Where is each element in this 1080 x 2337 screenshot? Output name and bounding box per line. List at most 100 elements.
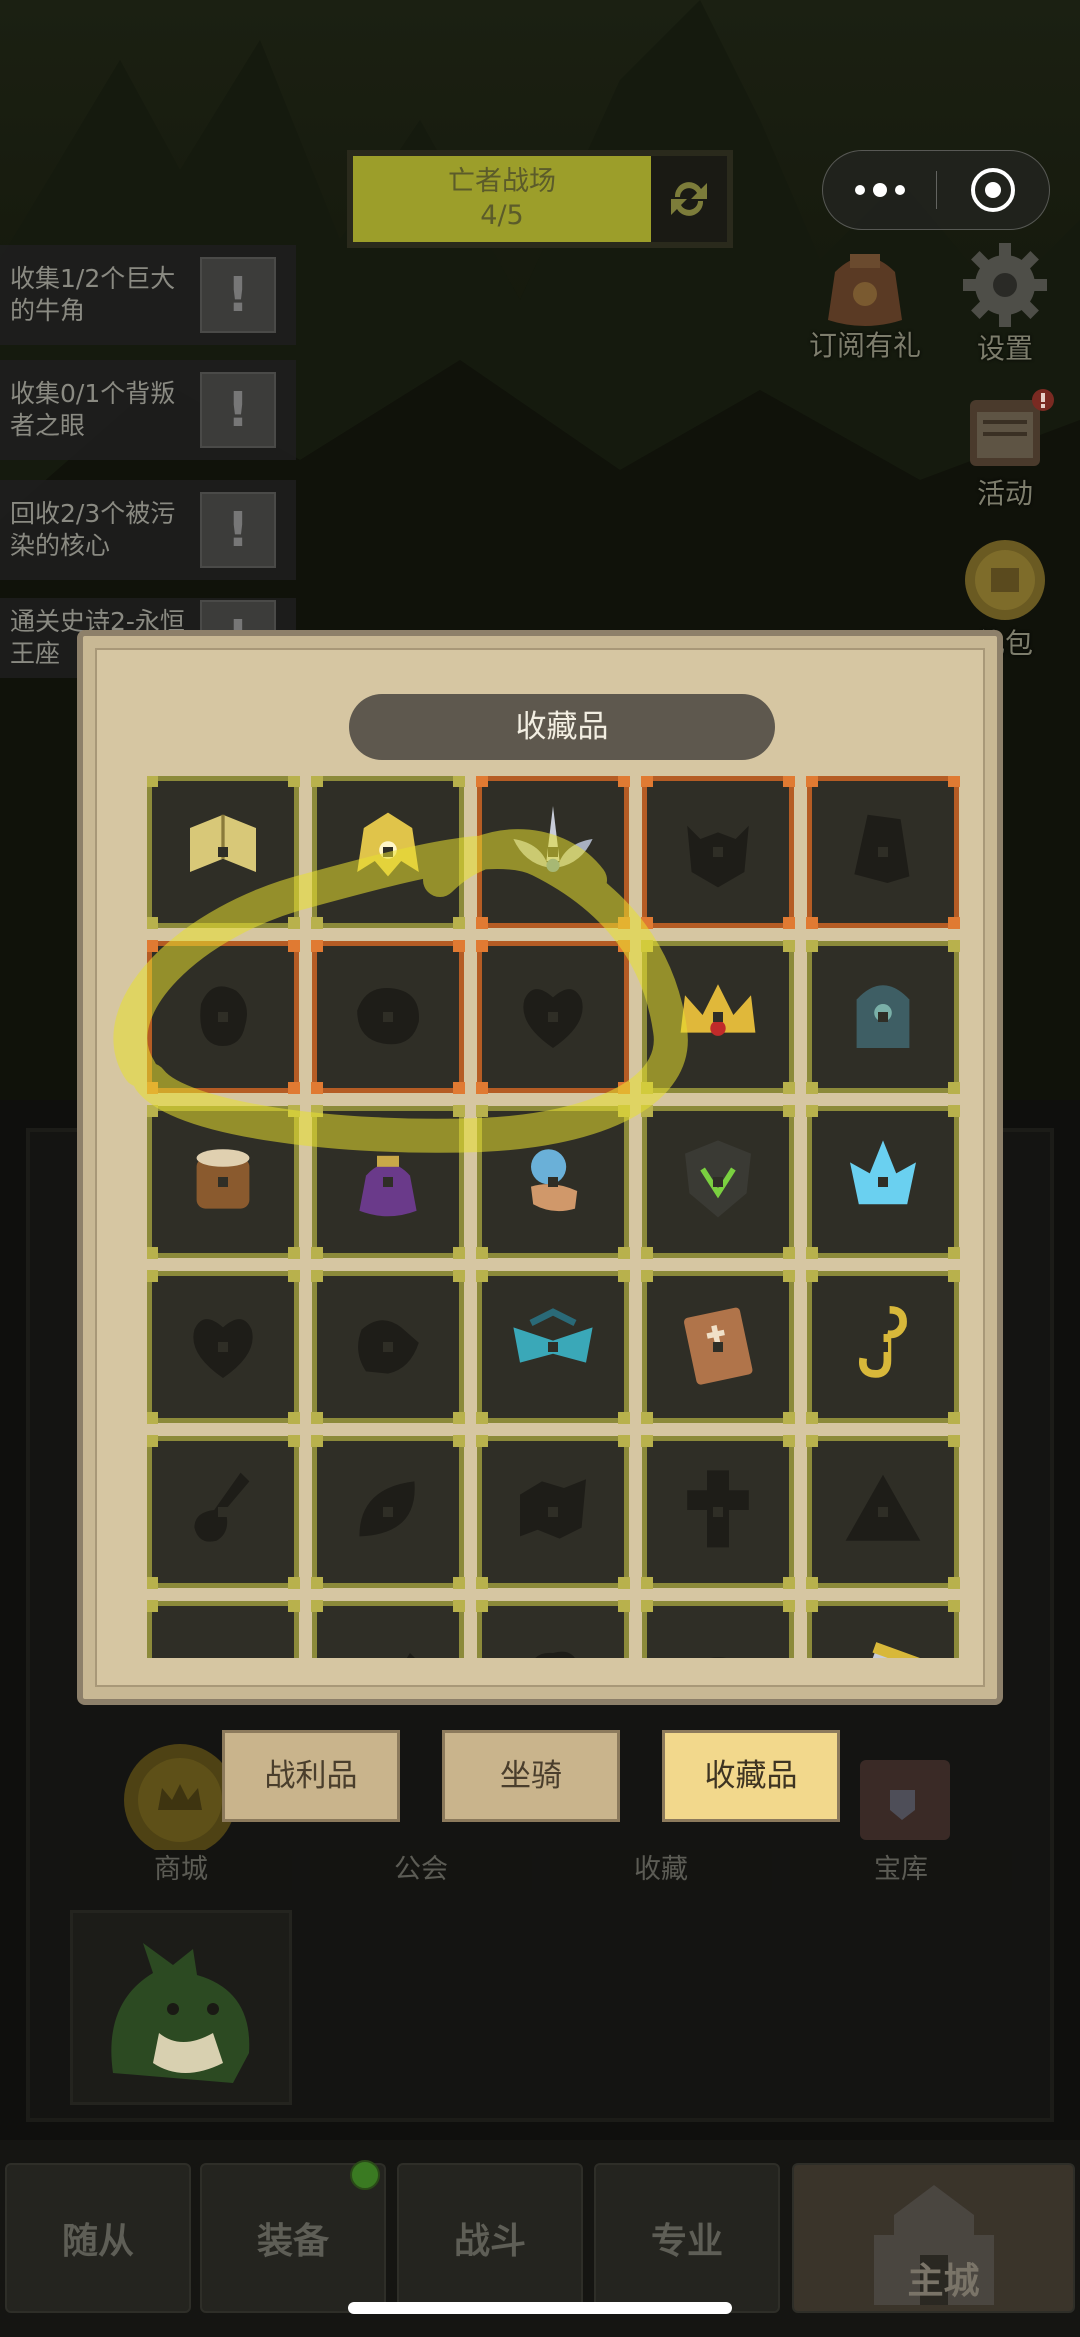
- collection-slot[interactable]: [476, 776, 630, 929]
- nav-tab-main-city-label: 主城: [907, 2261, 980, 2302]
- guild-label: 公会: [310, 1850, 532, 1890]
- mini-program-capsule: [822, 150, 1050, 230]
- collection-slot[interactable]: [476, 1270, 630, 1424]
- settings-button[interactable]: 设置: [950, 235, 1060, 367]
- collection-slot[interactable]: [806, 776, 960, 929]
- tab-mounts[interactable]: 坐骑: [442, 1730, 620, 1822]
- category-tabs: 战利品 坐骑 收藏品: [222, 1730, 858, 1822]
- modal-title: 收藏品: [349, 694, 775, 760]
- collection-slot[interactable]: [147, 1105, 300, 1259]
- collection-slot[interactable]: [641, 940, 795, 1094]
- guitar-silhouette-icon: [168, 1455, 278, 1569]
- gift-sack-icon: [828, 254, 902, 326]
- more-options-icon[interactable]: [823, 183, 936, 197]
- tome-icon: [663, 1290, 773, 1404]
- tab-collectibles[interactable]: 收藏品: [662, 1730, 840, 1822]
- shop-label: 商城: [70, 1850, 292, 1890]
- collection-slot[interactable]: [147, 1600, 300, 1658]
- collection-slot[interactable]: [311, 940, 465, 1094]
- dragon-tile[interactable]: [70, 1910, 292, 2105]
- quest-item[interactable]: 回收2/3个被污染的核心 !: [0, 480, 296, 580]
- events-button[interactable]: 活动: [950, 380, 1060, 512]
- treasury-label: 宝库: [790, 1850, 1012, 1890]
- ruby-amulet-icon: [168, 1620, 278, 1658]
- collection-slot[interactable]: [476, 1105, 630, 1259]
- tab-loot[interactable]: 战利品: [222, 1730, 400, 1822]
- collection-slot[interactable]: [476, 1600, 630, 1658]
- modal-parchment: 收藏品: [95, 648, 985, 1687]
- gift-coin-icon: [965, 540, 1045, 620]
- cloak-silhouette-icon: [828, 795, 938, 909]
- drum-icon: [168, 1125, 278, 1239]
- collection-slot[interactable]: [311, 1105, 465, 1259]
- collection-slot[interactable]: [806, 1435, 960, 1589]
- collection-slot[interactable]: [147, 940, 300, 1094]
- quest-item[interactable]: 收集0/1个背叛者之眼 !: [0, 360, 296, 460]
- stone-silhouette-icon: [663, 1620, 773, 1658]
- collection-slot[interactable]: [641, 1435, 795, 1589]
- subscribe-gift-button[interactable]: 订阅有礼: [800, 232, 930, 364]
- collection-slot[interactable]: [147, 1435, 300, 1589]
- purple-pouch-icon: [333, 1125, 443, 1239]
- heart-silhouette-icon: [168, 1290, 278, 1404]
- quest-item[interactable]: 收集1/2个巨大的牛角 !: [0, 245, 296, 345]
- collection-slot[interactable]: [806, 940, 960, 1094]
- quest-text: 收集1/2个巨大的牛角: [10, 264, 176, 325]
- collection-slot[interactable]: [641, 1105, 795, 1259]
- collection-slot[interactable]: [641, 1600, 795, 1658]
- zone-progress: 4/5: [480, 200, 524, 231]
- collection-slot[interactable]: [476, 1435, 630, 1589]
- creature-silhouette-icon: [168, 960, 278, 1074]
- nav-tab-battle[interactable]: 战斗: [397, 2163, 583, 2313]
- collection-slot[interactable]: [311, 1270, 465, 1424]
- refresh-icon[interactable]: [651, 156, 727, 242]
- beast-silhouette-icon: [333, 1290, 443, 1404]
- quest-text: 收集0/1个背叛者之眼: [10, 379, 176, 440]
- collection-slot[interactable]: [476, 940, 630, 1094]
- collection-slot[interactable]: [806, 1270, 960, 1424]
- collection-slot[interactable]: [806, 1600, 960, 1658]
- heart-silhouette-icon: [498, 960, 608, 1074]
- cyan-mask-icon: [498, 1290, 608, 1404]
- cross-silhouette-icon: [663, 1455, 773, 1569]
- collection-slot[interactable]: [641, 1270, 795, 1424]
- settings-label: 设置: [976, 332, 1033, 365]
- exclamation-icon: !: [200, 372, 276, 448]
- collection-grid-scroll[interactable]: [147, 776, 963, 1658]
- collection-slot[interactable]: [311, 1435, 465, 1589]
- golden-helmet-icon: [333, 795, 443, 909]
- collection-slot[interactable]: [806, 1105, 960, 1259]
- zone-info: 亡者战场 4/5: [353, 156, 651, 242]
- subscribe-label: 订阅有礼: [808, 329, 921, 362]
- close-target-icon[interactable]: [937, 165, 1049, 215]
- rock-silhouette-icon: [333, 960, 443, 1074]
- zone-name: 亡者战场: [448, 166, 556, 197]
- events-label: 活动: [976, 477, 1033, 510]
- gold-hook-icon: [828, 1290, 938, 1404]
- pyramid-silhouette-icon: [828, 1455, 938, 1569]
- winged-sword-emblem-icon: [498, 795, 608, 909]
- exclamation-icon: !: [200, 257, 276, 333]
- blue-crystal-icon: [828, 1125, 938, 1239]
- nav-tab-profession[interactable]: 专业: [594, 2163, 780, 2313]
- exclamation-icon: !: [200, 492, 276, 568]
- nav-tab-main-city[interactable]: 主城: [792, 2163, 1075, 2313]
- dragon-portrait-icon: [111, 1943, 250, 2083]
- collection-slot[interactable]: [147, 776, 300, 929]
- collection-slot[interactable]: [311, 1600, 465, 1658]
- notification-dot-icon: [350, 2160, 380, 2190]
- collection-slot[interactable]: [311, 776, 465, 929]
- collection-slot[interactable]: [641, 776, 795, 929]
- scroll-icon: [828, 1620, 938, 1658]
- bird-silhouette-icon: [333, 1620, 443, 1658]
- open-book-icon: [168, 795, 278, 909]
- crystal-ball-hand-icon: [498, 1125, 608, 1239]
- horned-mask-silhouette-icon: [663, 795, 773, 909]
- zone-progress-box[interactable]: 亡者战场 4/5: [347, 150, 733, 248]
- collection-modal: 收藏品: [77, 630, 1003, 1705]
- map-silhouette-icon: [498, 1455, 608, 1569]
- golden-crown-icon: [663, 960, 773, 1074]
- collection-slot[interactable]: [147, 1270, 300, 1424]
- home-indicator[interactable]: [348, 2302, 732, 2314]
- nav-tab-followers[interactable]: 随从: [5, 2163, 191, 2313]
